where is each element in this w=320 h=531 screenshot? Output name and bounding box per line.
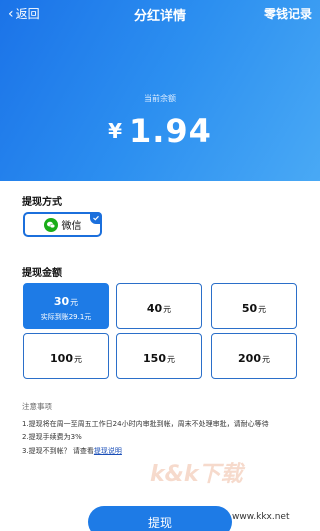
amount-value: 150 [143,351,166,365]
actual-received-note: 实际到账29.1元 [40,313,92,321]
amount-value: 100 [50,351,73,365]
amount-unit: 元 [73,354,82,364]
amount-value: 200 [238,351,261,365]
pay-method-wechat[interactable]: 微信 [23,212,102,237]
balance-value: 1.94 [128,112,212,150]
amount-value: 50 [241,301,258,315]
amount-unit: 元 [261,354,270,364]
nav-bar: ‹ 返回 分红详情 零钱记录 [0,0,320,28]
amount-title: 提现金额 [22,268,62,279]
wechat-icon [43,217,58,232]
balance-label: 当前余额 [144,94,176,103]
check-icon [90,212,102,224]
currency-symbol: ¥ [108,119,123,143]
notes-section: 注意事项 1.提现将在周一至周五工作日24小时内审批到帐，周末不处理审批，请耐心… [22,400,312,458]
note-item-text: 3.提现不到帐？ 请查看 [22,446,94,455]
pay-method-label: 微信 [61,221,82,232]
change-records-link[interactable]: 零钱记录 [264,5,312,22]
note-item: 1.提现将在周一至周五工作日24小时内审批到帐，周末不处理审批，请耐心等待 [22,419,269,428]
pay-method-title: 提现方式 [22,197,62,208]
watermark-logo: k&k下载 [150,462,243,487]
amount-unit: 元 [163,304,172,314]
amount-unit: 元 [258,304,267,314]
amount-unit: 元 [70,298,79,307]
amount-option-40[interactable]: 40元 [116,283,202,329]
balance-header: ‹ 返回 分红详情 零钱记录 当前余额 ¥1.94 [0,0,320,181]
amount-option-150[interactable]: 150元 [116,333,202,379]
withdraw-instructions-link[interactable]: 提现说明 [94,447,122,455]
withdraw-button[interactable]: 提现 [88,506,232,531]
amount-option-50[interactable]: 50元 [211,283,297,329]
amount-option-100[interactable]: 100元 [23,333,109,379]
amount-value: 40 [146,301,163,315]
notes-title: 注意事项 [22,402,52,411]
balance-amount: ¥1.94 [0,112,320,150]
watermark-url: www.kkx.net [232,512,290,522]
amount-value: 30 [53,295,70,308]
amount-option-30[interactable]: 30元 实际到账29.1元 [23,283,109,329]
amount-unit: 元 [166,354,175,364]
note-item: 2.提现手续费为3% [22,433,82,441]
amount-option-200[interactable]: 200元 [211,333,297,379]
